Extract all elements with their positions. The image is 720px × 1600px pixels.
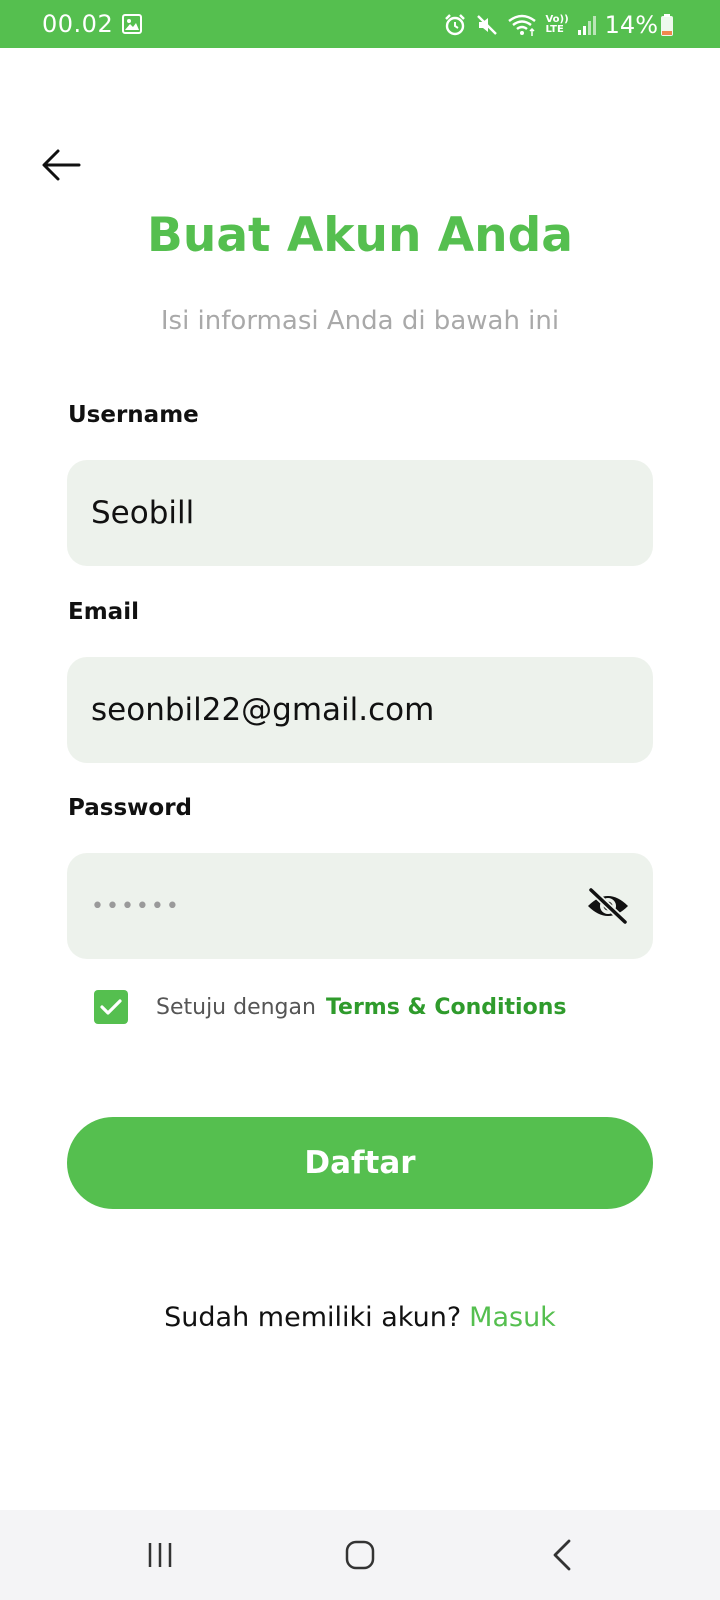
- password-masked-value: ••••••: [91, 893, 181, 919]
- status-bar: 00.02 Vo)) LTE 14%: [0, 0, 720, 48]
- home-icon: [345, 1540, 375, 1570]
- terms-row: Setuju dengan Terms & Conditions: [94, 990, 566, 1024]
- checkmark-icon: [100, 999, 122, 1015]
- login-prompt: Sudah memiliki akun? Masuk: [0, 1302, 720, 1333]
- back-button[interactable]: [38, 142, 84, 188]
- page-subtitle: Isi informasi Anda di bawah ini: [160, 306, 560, 336]
- volte-text-bottom: LTE: [545, 24, 564, 35]
- home-button[interactable]: [330, 1530, 390, 1580]
- password-label: Password: [68, 795, 192, 821]
- wifi-icon: [507, 13, 537, 37]
- email-field[interactable]: seonbil22@gmail.com: [67, 657, 653, 763]
- password-visibility-toggle[interactable]: [585, 883, 631, 929]
- signal-icon: [577, 14, 597, 36]
- battery-percent: 14%: [604, 11, 658, 39]
- gallery-icon: [122, 14, 142, 38]
- volte-icon: Vo)) LTE: [545, 15, 568, 35]
- recent-apps-button[interactable]: [130, 1530, 190, 1580]
- register-screen: 00.02 Vo)) LTE 14% Buat Akun Anda Isi in…: [0, 0, 720, 1600]
- page-title: Buat Akun Anda: [147, 208, 573, 263]
- login-prompt-text: Sudah memiliki akun?: [164, 1302, 462, 1333]
- terms-conditions-link[interactable]: Terms & Conditions: [326, 995, 567, 1020]
- terms-checkbox[interactable]: [94, 990, 128, 1024]
- login-link[interactable]: Masuk: [469, 1302, 556, 1333]
- username-field[interactable]: Seobill: [67, 460, 653, 566]
- email-value: seonbil22@gmail.com: [91, 692, 435, 728]
- arrow-left-icon: [42, 149, 81, 181]
- email-label: Email: [68, 599, 139, 625]
- battery-icon: [660, 13, 674, 37]
- nav-back-button[interactable]: [532, 1530, 592, 1580]
- status-icons: Vo)) LTE 14%: [435, 8, 674, 42]
- status-time: 00.02: [42, 10, 114, 38]
- register-button[interactable]: Daftar: [67, 1117, 653, 1209]
- terms-text: Setuju dengan: [156, 994, 316, 1020]
- eye-off-icon: [587, 886, 629, 926]
- username-label: Username: [68, 402, 199, 428]
- username-value: Seobill: [91, 495, 195, 531]
- recent-apps-icon: [148, 1543, 172, 1567]
- password-field[interactable]: ••••••: [67, 853, 653, 959]
- mute-icon: [475, 13, 499, 37]
- alarm-icon: [443, 13, 467, 37]
- back-icon: [553, 1539, 571, 1571]
- system-nav-bar: [0, 1510, 720, 1600]
